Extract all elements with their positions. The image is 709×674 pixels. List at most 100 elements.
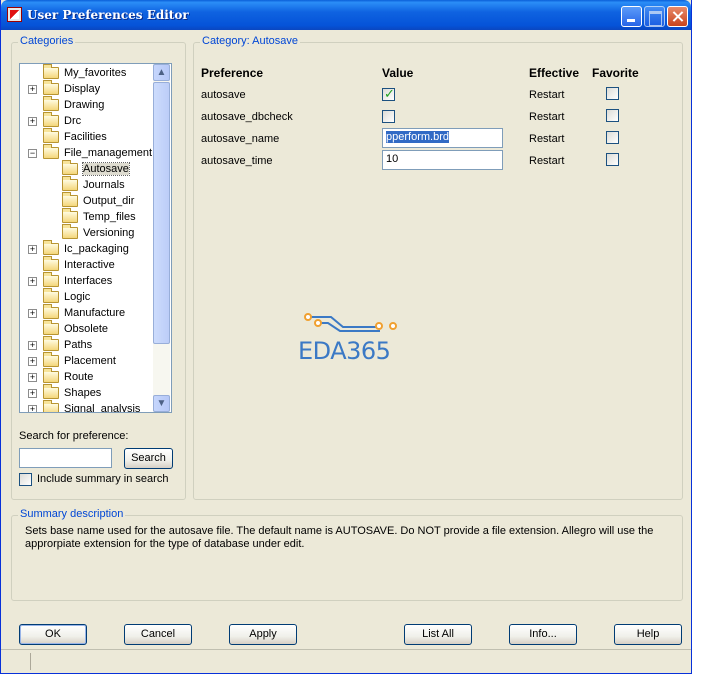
- tree-item-my_favorites[interactable]: My_favorites: [20, 64, 160, 81]
- tree-item-interactive[interactable]: Interactive: [20, 256, 160, 273]
- tree-item-label: Route: [64, 371, 94, 383]
- pref-value-checkbox[interactable]: [382, 86, 395, 102]
- folder-icon: [43, 96, 59, 111]
- header-preference: Preference: [201, 66, 264, 80]
- expand-icon[interactable]: +: [28, 277, 37, 286]
- expand-icon[interactable]: +: [28, 373, 37, 382]
- tree-item-label: Ic_packaging: [64, 243, 129, 255]
- expand-icon[interactable]: +: [28, 245, 37, 254]
- tree-item-paths[interactable]: + Paths: [20, 336, 160, 353]
- tree-item-label: Facilities: [64, 131, 107, 143]
- folder-icon: [43, 384, 59, 399]
- search-button[interactable]: Search: [124, 448, 173, 469]
- logo-text: EDA365: [298, 337, 391, 365]
- folder-icon: [43, 64, 59, 79]
- tree-item-placement[interactable]: + Placement: [20, 352, 160, 369]
- tree-item-obsolete[interactable]: Obsolete: [20, 320, 160, 337]
- tree-item-logic[interactable]: Logic: [20, 288, 160, 305]
- expand-icon[interactable]: +: [28, 357, 37, 366]
- category-legend: Category: Autosave: [200, 35, 301, 47]
- pref-name: autosave_dbcheck: [201, 111, 293, 123]
- category-tree[interactable]: My_favorites + Display Drawing + Drc Facilitie…: [19, 63, 172, 413]
- tree-scrollbar[interactable]: ▲ ▼: [153, 64, 170, 412]
- tree-item-autosave[interactable]: Autosave: [20, 160, 160, 177]
- folder-icon: [43, 320, 59, 335]
- preferences-window: User Preferences Editor Categories My_fa…: [0, 0, 692, 674]
- expand-icon[interactable]: +: [28, 309, 37, 318]
- folder-icon: [43, 288, 59, 303]
- expand-icon[interactable]: +: [28, 405, 37, 412]
- favorite-checkbox[interactable]: [606, 153, 619, 166]
- expand-icon[interactable]: +: [28, 85, 37, 94]
- tree-item-label: Obsolete: [64, 323, 109, 335]
- scroll-down-button[interactable]: ▼: [153, 395, 170, 412]
- tree-item-label: Paths: [64, 339, 93, 351]
- folder-icon: [62, 176, 78, 191]
- include-summary-checkbox[interactable]: [19, 473, 32, 486]
- tree-item-display[interactable]: + Display: [20, 80, 160, 97]
- tree-item-route[interactable]: + Route: [20, 368, 160, 385]
- minimize-button[interactable]: [621, 6, 642, 27]
- pref-value-text: pperform.brd: [386, 131, 449, 143]
- expand-icon[interactable]: +: [28, 389, 37, 398]
- folder-icon: [62, 192, 78, 207]
- tree-item-label: Manufacture: [64, 307, 126, 319]
- tree-item-label: Versioning: [83, 227, 135, 239]
- favorite-checkbox[interactable]: [606, 109, 619, 122]
- close-button[interactable]: [667, 6, 688, 27]
- tree-item-facilities[interactable]: Facilities: [20, 128, 160, 145]
- expand-icon[interactable]: +: [28, 117, 37, 126]
- info-button[interactable]: Info...: [509, 624, 577, 645]
- tree-item-shapes[interactable]: + Shapes: [20, 384, 160, 401]
- folder-icon: [43, 352, 59, 367]
- pref-name: autosave_name: [201, 133, 280, 145]
- expand-icon[interactable]: +: [28, 341, 37, 350]
- scroll-up-button[interactable]: ▲: [153, 64, 170, 81]
- maximize-button[interactable]: [644, 6, 665, 27]
- tree-item-output_dir[interactable]: Output_dir: [20, 192, 160, 209]
- tree-item-versioning[interactable]: Versioning: [20, 224, 160, 241]
- scroll-thumb[interactable]: [153, 82, 170, 344]
- pref-value-input[interactable]: pperform.brd: [382, 128, 503, 148]
- tree-item-temp_files[interactable]: Temp_files: [20, 208, 160, 225]
- help-button[interactable]: Help: [614, 624, 682, 645]
- tree-item-journals[interactable]: Journals: [20, 176, 160, 193]
- cancel-button[interactable]: Cancel: [124, 624, 192, 645]
- tree-item-drc[interactable]: + Drc: [20, 112, 160, 129]
- tree-item-ic_packaging[interactable]: + Ic_packaging: [20, 240, 160, 257]
- summary-description: Sets base name used for the autosave fil…: [25, 525, 654, 550]
- folder-icon: [43, 272, 59, 287]
- tree-item-interfaces[interactable]: + Interfaces: [20, 272, 160, 289]
- folder-icon: [43, 336, 59, 351]
- folder-icon: [43, 256, 59, 271]
- tree-item-file_management[interactable]: − File_management: [20, 144, 160, 161]
- search-input[interactable]: [19, 448, 112, 468]
- folder-icon: [43, 80, 59, 95]
- tree-item-manufacture[interactable]: + Manufacture: [20, 304, 160, 321]
- list-all-button[interactable]: List All: [404, 624, 472, 645]
- pref-effective: Restart: [529, 89, 565, 101]
- tree-item-label: Shapes: [64, 387, 102, 399]
- favorite-checkbox[interactable]: [606, 87, 619, 100]
- pref-value-text: 10: [386, 153, 399, 165]
- ok-button[interactable]: OK: [19, 624, 87, 645]
- folder-icon: [43, 240, 59, 255]
- tree-item-label: Journals: [83, 179, 125, 191]
- title-bar[interactable]: User Preferences Editor: [1, 0, 691, 30]
- tree-item-signal_analysis[interactable]: + Signal_analysis: [20, 400, 160, 412]
- folder-icon: [62, 208, 78, 223]
- folder-icon: [43, 304, 59, 319]
- pref-effective: Restart: [529, 155, 565, 167]
- collapse-icon[interactable]: −: [28, 149, 37, 158]
- tree-item-label: Temp_files: [83, 211, 136, 223]
- pref-value-checkbox[interactable]: [382, 110, 395, 123]
- folder-icon: [62, 224, 78, 239]
- pref-name: autosave_time: [201, 155, 273, 167]
- tree-item-drawing[interactable]: Drawing: [20, 96, 160, 113]
- favorite-checkbox[interactable]: [606, 131, 619, 144]
- pref-value-input[interactable]: 10: [382, 150, 503, 170]
- summary-legend: Summary description: [18, 508, 126, 520]
- tree-item-label: Drc: [64, 115, 82, 127]
- folder-icon: [62, 160, 78, 175]
- apply-button[interactable]: Apply: [229, 624, 297, 645]
